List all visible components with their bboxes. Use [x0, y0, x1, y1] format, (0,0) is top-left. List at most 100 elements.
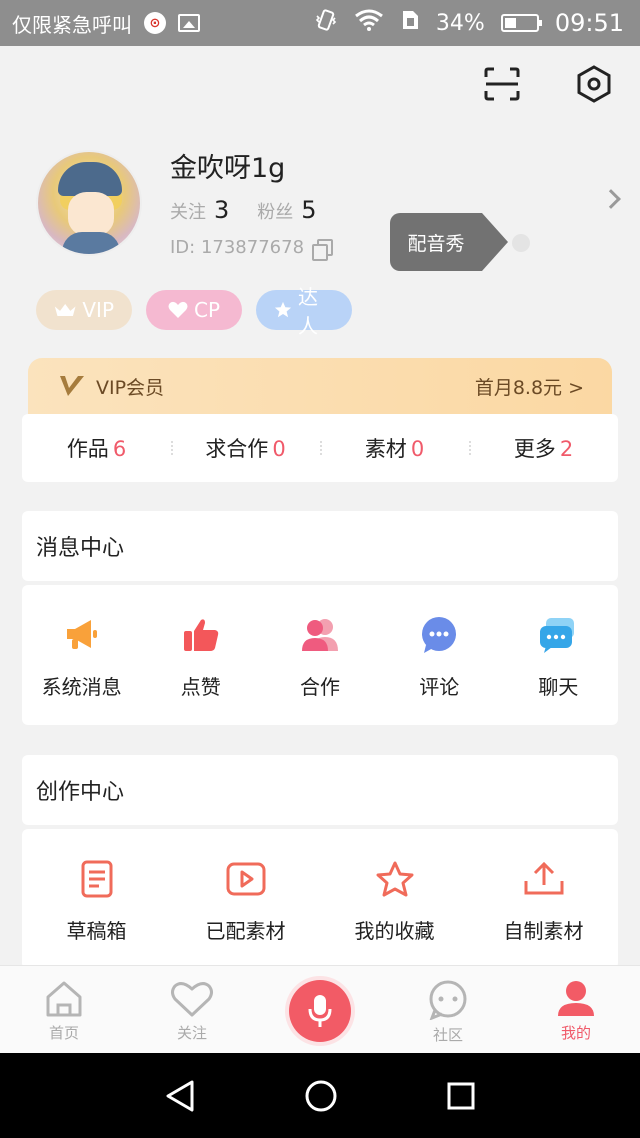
- recents-icon[interactable]: [446, 1081, 476, 1111]
- creation-center-title: 创作中心: [22, 755, 618, 825]
- system-messages-item[interactable]: 系统消息: [22, 585, 141, 725]
- creation-center-grid: 草稿箱 已配素材 我的收藏 自制素材: [22, 829, 618, 969]
- badge-cp[interactable]: CP: [146, 290, 242, 330]
- badge-expert[interactable]: 达人: [256, 285, 352, 338]
- fans-label[interactable]: 粉丝: [257, 198, 293, 224]
- draft-icon: [75, 857, 119, 901]
- sim-icon: [400, 9, 420, 37]
- likes-item[interactable]: 点赞: [141, 585, 260, 725]
- tab-seek-collab-count: 0: [272, 437, 286, 461]
- vip-banner[interactable]: VIP会员 首月8.8元 >: [28, 358, 612, 414]
- user-id: ID: 173877678: [170, 237, 305, 258]
- comments-item[interactable]: 评论: [380, 585, 499, 725]
- tab-materials-label: 素材: [364, 437, 407, 461]
- nav-follow-label: 关注: [176, 1024, 207, 1042]
- nav-record[interactable]: [256, 966, 384, 1053]
- my-favorites-label: 我的收藏: [354, 919, 435, 943]
- upload-icon: [522, 857, 566, 901]
- nav-follow[interactable]: 关注: [128, 966, 256, 1053]
- star-outline-icon: [373, 857, 417, 901]
- likes-label: 点赞: [180, 675, 221, 699]
- battery-icon: [500, 14, 542, 32]
- tab-more-count: 2: [559, 437, 574, 461]
- android-nav-bar: [0, 1053, 640, 1138]
- record-button[interactable]: [289, 980, 351, 1042]
- copy-icon[interactable]: [312, 238, 334, 261]
- tab-works-count: 6: [112, 437, 127, 461]
- profile-chevron-right-icon[interactable]: [601, 189, 621, 209]
- dubbed-materials-label: 已配素材: [205, 919, 286, 943]
- home-icon: [46, 981, 82, 1017]
- drafts-label: 草稿箱: [66, 919, 127, 943]
- heart-icon: [168, 301, 188, 318]
- app-notification-icon: ⊙: [144, 12, 166, 34]
- users-icon: [298, 613, 342, 657]
- follow-stats: 关注 3 粉丝 5: [170, 196, 337, 224]
- system-messages-label: 系统消息: [41, 675, 122, 699]
- collab-item[interactable]: 合作: [260, 585, 379, 725]
- tab-more-label: 更多: [513, 437, 556, 461]
- bottom-nav: 首页 关注 社区 我的: [0, 965, 640, 1053]
- tooltip-dot: [512, 234, 530, 252]
- heart-outline-icon: [171, 982, 213, 1017]
- badge-vip[interactable]: VIP: [36, 290, 132, 330]
- profile-icon: [558, 981, 594, 1016]
- megaphone-icon: [60, 613, 104, 657]
- nav-home-label: 首页: [48, 1024, 79, 1042]
- microphone-icon: [308, 995, 332, 1027]
- username: 金吹呀1g: [170, 153, 286, 184]
- dubbing-show-tooltip[interactable]: 配音秀: [390, 213, 508, 271]
- drafts-item[interactable]: 草稿箱: [22, 829, 171, 969]
- badge-cp-label: CP: [193, 298, 221, 322]
- self-made-materials-label: 自制素材: [503, 919, 584, 943]
- user-id-row: ID: 173877678: [170, 237, 334, 261]
- chat-label: 聊天: [538, 675, 579, 699]
- chat-icon: [536, 613, 580, 657]
- dubbed-materials-item[interactable]: 已配素材: [171, 829, 320, 969]
- self-made-materials-item[interactable]: 自制素材: [469, 829, 618, 969]
- message-center-title: 消息中心: [22, 511, 618, 581]
- nav-mine-label: 我的: [560, 1024, 591, 1042]
- image-notification-icon: [178, 14, 200, 32]
- following-count[interactable]: 3: [214, 196, 229, 224]
- status-bar: 仅限紧急呼叫 ⊙ 34% 09:51: [0, 0, 640, 46]
- thumbs-up-icon: [179, 613, 223, 657]
- vip-price[interactable]: 首月8.8元 >: [475, 373, 584, 400]
- tab-more[interactable]: 更多 2: [469, 433, 618, 463]
- video-icon: [224, 857, 268, 901]
- collab-label: 合作: [300, 675, 340, 699]
- works-tabs: 作品 6 求合作 0 素材 0 更多 2: [22, 414, 618, 482]
- fans-count[interactable]: 5: [301, 196, 316, 224]
- back-icon[interactable]: [164, 1079, 196, 1113]
- community-icon: [429, 980, 467, 1020]
- star-icon: [274, 301, 292, 318]
- carrier-text: 仅限紧急呼叫: [12, 12, 132, 37]
- tab-materials[interactable]: 素材 0: [320, 433, 469, 463]
- comment-icon: [417, 613, 461, 657]
- avatar[interactable]: [36, 150, 142, 256]
- badges-row: VIP CP 达人: [36, 285, 352, 338]
- tab-seek-collab-label: 求合作: [205, 437, 269, 461]
- comments-label: 评论: [419, 675, 460, 699]
- tab-seek-collab[interactable]: 求合作 0: [171, 433, 320, 463]
- tab-materials-count: 0: [410, 437, 425, 461]
- wifi-icon: [354, 9, 384, 37]
- tab-works[interactable]: 作品 6: [22, 433, 171, 463]
- nav-community[interactable]: 社区: [384, 966, 512, 1053]
- crown-icon: [54, 303, 76, 317]
- nav-home[interactable]: 首页: [0, 966, 128, 1053]
- vibrate-icon: [314, 8, 338, 38]
- message-center-grid: 系统消息 点赞 合作 评论 聊天: [22, 585, 618, 725]
- my-favorites-item[interactable]: 我的收藏: [320, 829, 469, 969]
- following-label[interactable]: 关注: [170, 198, 206, 224]
- vip-logo-icon: [60, 376, 84, 396]
- scan-icon[interactable]: [482, 64, 522, 104]
- chat-item[interactable]: 聊天: [499, 585, 618, 725]
- battery-percent: 34%: [435, 10, 485, 36]
- settings-icon[interactable]: [574, 64, 614, 104]
- badge-vip-label: VIP: [82, 298, 114, 322]
- nav-community-label: 社区: [432, 1026, 463, 1044]
- home-circle-icon[interactable]: [304, 1079, 338, 1113]
- nav-mine[interactable]: 我的: [512, 966, 640, 1053]
- clock: 09:51: [554, 9, 624, 37]
